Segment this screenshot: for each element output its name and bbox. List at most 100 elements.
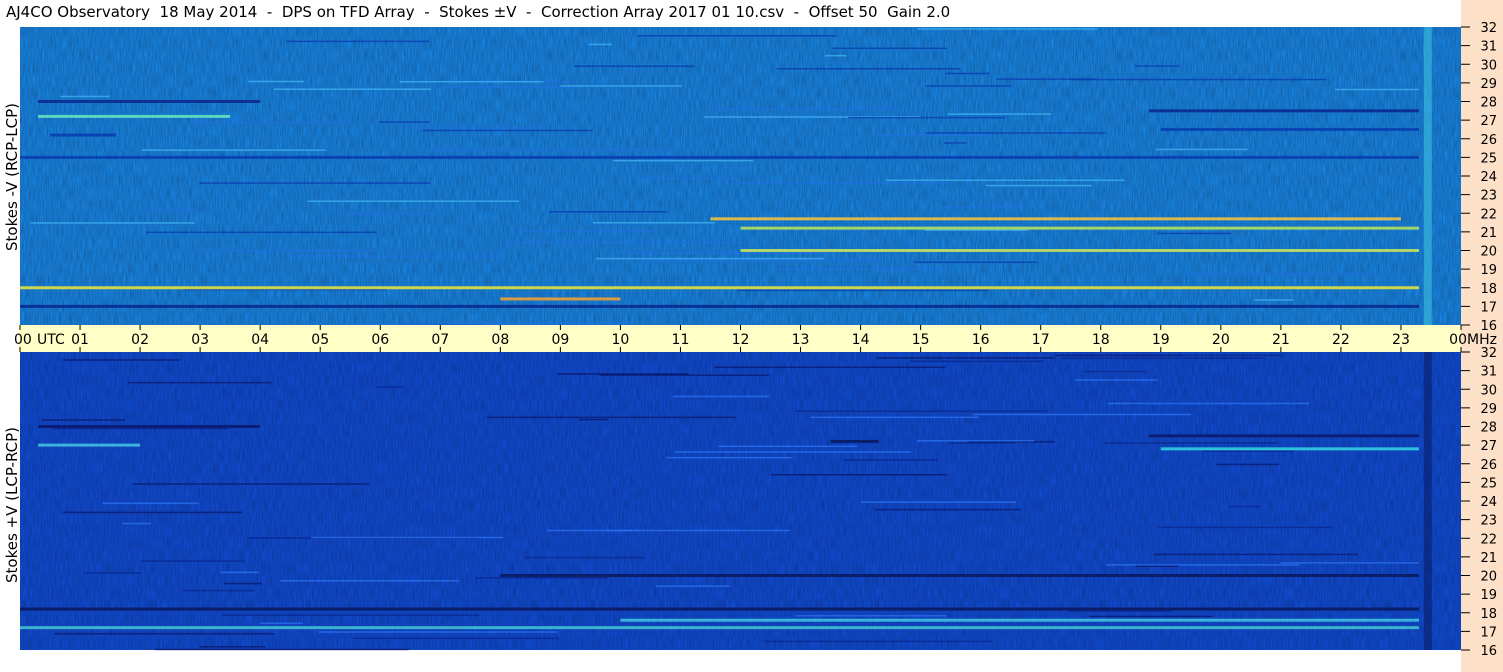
spectral-streak <box>642 259 883 262</box>
spectral-streak <box>599 374 769 376</box>
spectral-streak <box>1280 562 1419 564</box>
spectral-feature <box>1148 109 1419 113</box>
frequency-tick-label: 20 <box>1480 245 1497 260</box>
spectral-streak <box>573 65 695 68</box>
spectral-streak <box>1106 564 1300 566</box>
spectral-streak <box>62 511 243 514</box>
frequency-tick-label: 32 <box>1480 346 1497 361</box>
spectral-streak <box>675 451 911 453</box>
time-tick-label: 05 <box>311 332 329 348</box>
spectral-feature <box>620 618 1419 622</box>
spectral-streak <box>910 360 1044 363</box>
spectral-streak <box>307 200 519 202</box>
spectral-streak <box>1155 148 1248 151</box>
spectral-streak <box>353 637 559 640</box>
spectral-streak <box>1157 232 1232 235</box>
spectral-feature <box>38 100 261 103</box>
spectral-feature <box>830 439 879 443</box>
spectral-streak <box>737 289 989 292</box>
spectral-streak <box>222 614 480 616</box>
spectral-streak <box>718 445 858 448</box>
spectral-streak <box>925 85 1012 87</box>
time-tick-label: 06 <box>371 332 389 348</box>
spectral-streak <box>344 212 442 215</box>
spectral-streak <box>730 182 953 184</box>
time-tick-label: 00 <box>1449 332 1467 348</box>
spectral-streak <box>578 418 608 421</box>
frequency-tick-label: 28 <box>1480 96 1497 111</box>
spectral-streak <box>763 640 993 643</box>
spectral-streak <box>1103 442 1279 444</box>
spectral-streak <box>355 323 501 325</box>
frequency-tick-label: 17 <box>1480 300 1497 315</box>
spectral-streak <box>84 572 142 574</box>
frequency-tick-label: 26 <box>1480 133 1497 148</box>
frequency-tick-label: 31 <box>1480 365 1497 380</box>
frequency-tick-label: 16 <box>1480 319 1497 334</box>
time-tick-label: 08 <box>491 332 509 348</box>
spectral-streak <box>525 556 645 559</box>
spectral-streak <box>714 366 946 369</box>
frequency-tick-label: 26 <box>1480 458 1497 473</box>
frequency-tick-label: 21 <box>1480 226 1497 241</box>
time-tick-label: 20 <box>1212 332 1230 348</box>
spectral-streak <box>666 456 793 459</box>
spectral-streak <box>771 268 952 270</box>
spectral-streak <box>656 585 730 587</box>
spectral-streak <box>944 72 990 75</box>
spectral-streak <box>442 86 576 89</box>
spectral-streak <box>311 536 504 539</box>
spectral-streak <box>631 177 738 180</box>
frequency-tick-label: 32 <box>1480 21 1497 36</box>
spectral-streak <box>182 589 255 592</box>
frequency-tick-label: 16 <box>1480 644 1497 659</box>
spectral-streak <box>948 113 1052 115</box>
spectral-streak <box>1071 354 1282 357</box>
spectral-feature <box>500 574 1419 577</box>
spectral-streak <box>1153 553 1358 556</box>
time-tick-label: 04 <box>251 332 269 348</box>
spectral-streak <box>154 648 409 651</box>
spectral-streak <box>1060 357 1266 359</box>
spectrogram-chart: 00 01 02 03 04 05 06 07 08 09 10 11 12 13 14 15 16 17 18 19… <box>14 0 1503 672</box>
spectral-feature <box>20 607 1419 611</box>
spectral-streak <box>832 47 947 50</box>
spectral-streak <box>714 108 900 110</box>
spectral-streak <box>378 121 430 123</box>
spectral-streak <box>145 231 377 234</box>
spectral-streak <box>273 88 432 90</box>
spectral-streak <box>199 646 266 648</box>
spectral-feature <box>38 443 141 447</box>
spectral-streak <box>223 582 263 585</box>
spectral-streak <box>506 241 746 244</box>
calibration-column <box>1423 352 1432 650</box>
time-tick-label: 07 <box>431 332 449 348</box>
frequency-tick-label: 23 <box>1480 514 1497 529</box>
spectral-streak <box>1069 78 1327 81</box>
spectral-streak <box>128 381 272 384</box>
spectral-streak <box>825 54 847 57</box>
spectral-streak <box>673 395 770 398</box>
spectral-streak <box>618 252 830 255</box>
spectral-streak <box>54 632 275 635</box>
frequency-tick-label: 19 <box>1480 588 1497 603</box>
spectral-streak <box>593 221 716 224</box>
spectral-streak <box>1107 402 1310 405</box>
spectral-streak <box>548 211 668 213</box>
spectral-streak <box>843 459 939 461</box>
spectral-streak <box>517 230 658 232</box>
spectral-feature <box>740 226 1419 230</box>
spectral-streak <box>795 615 947 617</box>
frequency-tick-label: 30 <box>1480 383 1497 398</box>
frequency-tick-label: 20 <box>1480 570 1497 585</box>
spectral-streak <box>876 357 1055 359</box>
spectral-streak <box>917 440 1034 442</box>
panel-noise <box>20 27 1461 325</box>
frequency-tick-label: 29 <box>1480 402 1497 417</box>
spectral-feature <box>20 155 1419 159</box>
spectral-streak <box>192 121 348 124</box>
spectral-streak <box>102 502 199 505</box>
frequency-tick-label: 22 <box>1480 207 1497 222</box>
frequency-tick-label: 18 <box>1480 282 1497 297</box>
time-tick-label: 19 <box>1152 332 1170 348</box>
